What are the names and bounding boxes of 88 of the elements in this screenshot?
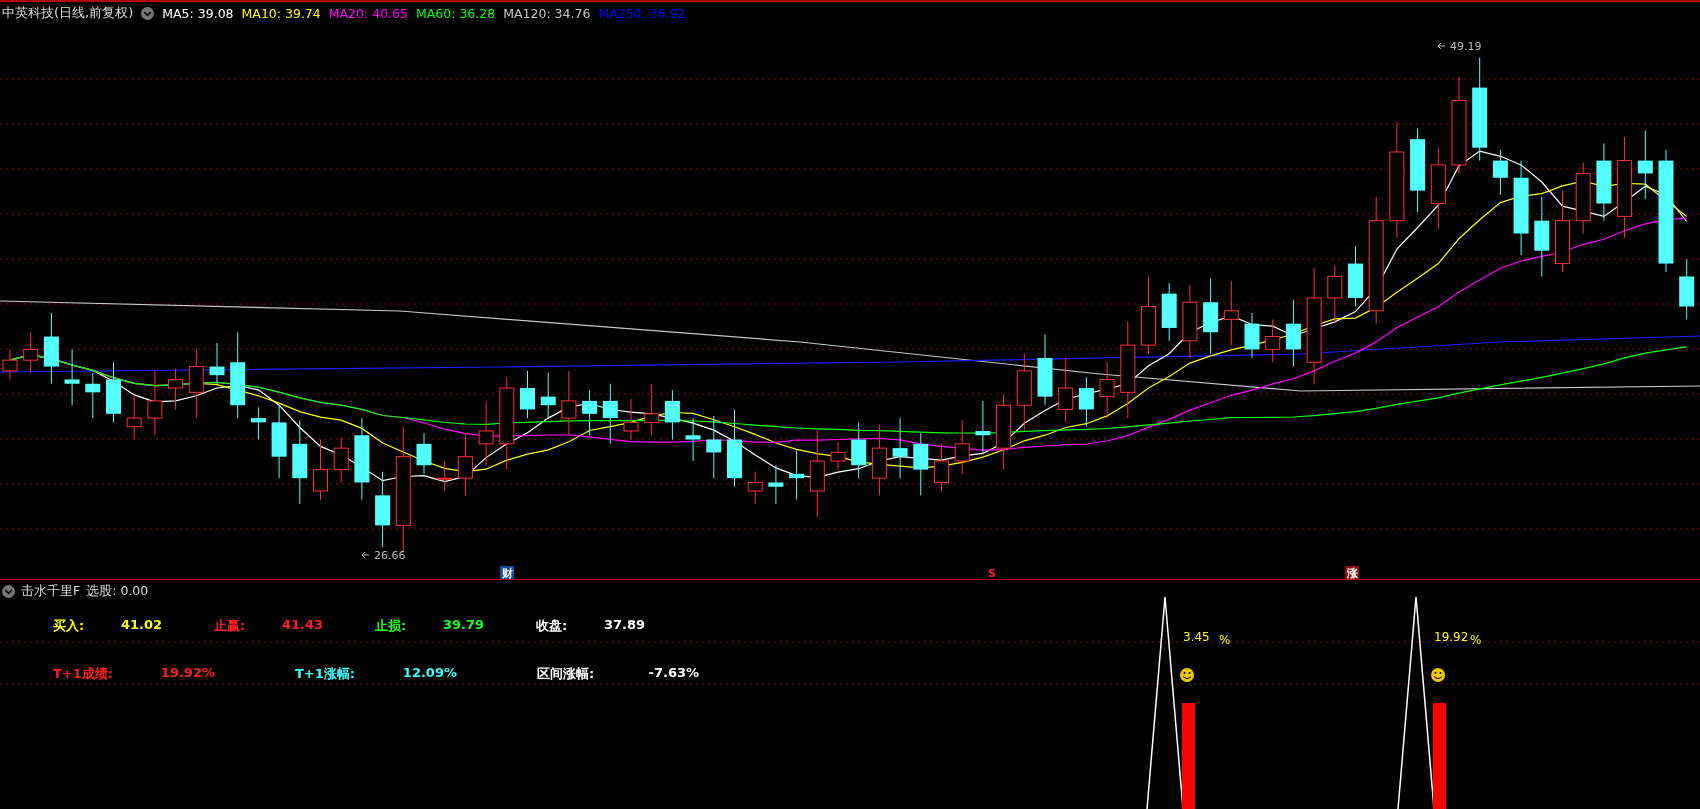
candlestick xyxy=(1161,282,1177,342)
candlestick xyxy=(147,370,163,436)
candlestick xyxy=(1265,318,1281,363)
candlestick xyxy=(1348,245,1363,307)
stat-value: 41.02 xyxy=(120,617,162,634)
event-marker[interactable]: 财 xyxy=(500,566,514,580)
stat-value: 41.43 xyxy=(281,617,323,634)
candlestick xyxy=(747,471,763,505)
stat-value: 39.79 xyxy=(442,617,484,634)
stat-label: T+1涨幅: xyxy=(295,665,355,683)
dropdown-icon[interactable] xyxy=(2,585,15,598)
candlestick xyxy=(644,383,660,436)
candlestick xyxy=(437,460,453,492)
candlestick xyxy=(23,331,39,374)
stat-value: 37.89 xyxy=(603,617,645,634)
candlestick xyxy=(209,342,225,385)
stat-label: 止赢: xyxy=(214,617,246,635)
moving-average-value: MA20: 40.65 xyxy=(328,5,408,21)
candlestick xyxy=(851,421,867,479)
candlestick xyxy=(1099,361,1115,419)
stat-label: 止损: xyxy=(375,617,407,635)
stat-label: T+1成绩: xyxy=(53,665,113,683)
candlestick xyxy=(313,439,328,501)
candlestick xyxy=(520,370,535,419)
candlestick xyxy=(1679,258,1695,320)
candlestick xyxy=(561,370,577,436)
candlestick xyxy=(913,432,929,496)
stat-value: 19.92% xyxy=(160,665,215,682)
candlestick xyxy=(106,361,121,423)
candlestick xyxy=(540,372,556,419)
candlestick xyxy=(478,400,494,466)
stat-label: 区间涨幅: xyxy=(537,665,595,683)
stat-label: 买入: xyxy=(53,617,85,635)
candlestick xyxy=(64,348,80,406)
moving-average-value: MA120: 34.76 xyxy=(503,5,591,21)
candlestick xyxy=(457,432,473,496)
moving-average-value: MA10: 39.74 xyxy=(241,5,321,21)
candlestick xyxy=(1327,265,1343,325)
candlestick xyxy=(830,441,846,471)
candlestick xyxy=(623,398,639,441)
candlestick xyxy=(1058,357,1074,423)
smiley-icon xyxy=(1431,668,1445,682)
high-price-label: 49.19 xyxy=(1450,40,1482,53)
smiley-icon xyxy=(1180,668,1194,682)
candlestick xyxy=(602,383,618,445)
event-marker[interactable]: 涨 xyxy=(1345,566,1359,580)
moving-average-value: MA60: 36.28 xyxy=(416,5,496,21)
low-price-label: 26.66 xyxy=(374,549,406,562)
candlestick xyxy=(768,464,784,505)
candlestick xyxy=(85,372,101,419)
candlestick xyxy=(416,432,432,475)
indicator-title: 击水千里F xyxy=(21,583,81,600)
event-marker[interactable]: S xyxy=(988,567,996,580)
percent-sign: % xyxy=(1219,633,1231,647)
candlestick xyxy=(188,348,204,419)
candlestick xyxy=(664,389,680,441)
percent-value: 3.45 xyxy=(1183,630,1210,644)
stat-value: 12.09% xyxy=(402,665,457,682)
candlestick xyxy=(685,417,701,462)
candlestick xyxy=(250,406,266,441)
candlestick xyxy=(975,400,991,453)
candlestick xyxy=(871,424,887,496)
candlestick xyxy=(892,417,908,479)
candlestick xyxy=(1223,280,1239,346)
candlestick xyxy=(934,443,949,492)
stat-label: 收盘: xyxy=(536,617,568,635)
indicator-value: 选股: 0.00 xyxy=(86,583,149,600)
moving-average-value: MA5: 39.08 xyxy=(162,5,234,21)
stock-title: 中英科技(日线,前复权) xyxy=(2,4,134,22)
candlestick xyxy=(168,368,184,410)
candlestick xyxy=(1492,149,1508,196)
percent-value: 19.92 xyxy=(1434,630,1469,644)
moving-average-value: MA250: 36.92 xyxy=(598,5,686,21)
candlestick xyxy=(954,419,970,475)
candlestick xyxy=(582,389,598,436)
candlestick xyxy=(1078,376,1094,428)
candlestick xyxy=(126,394,142,441)
candlestick xyxy=(1244,312,1260,359)
candlestick xyxy=(1637,130,1653,200)
candlestick xyxy=(333,436,349,483)
percent-sign: % xyxy=(1470,633,1482,647)
leader-line xyxy=(1437,42,1446,50)
candlestick xyxy=(1285,299,1301,368)
candlestick xyxy=(706,415,722,479)
candlestick xyxy=(789,449,805,501)
dropdown-icon[interactable] xyxy=(141,6,155,20)
leader-line xyxy=(361,551,370,559)
stat-value: -7.63% xyxy=(648,665,699,682)
